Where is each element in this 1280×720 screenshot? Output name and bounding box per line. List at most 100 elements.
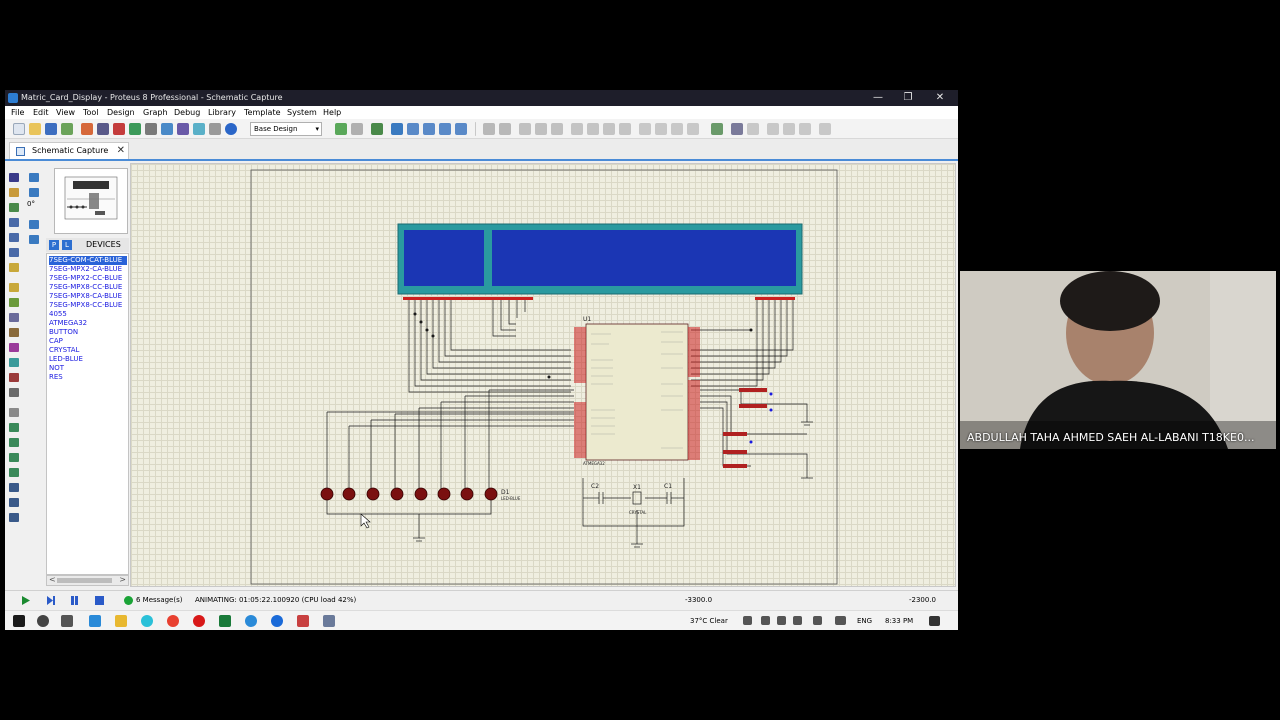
menu-debug[interactable]: Debug bbox=[174, 106, 200, 119]
tab-schematic-capture[interactable]: Schematic Capture ✕ bbox=[9, 142, 129, 159]
paste-icon[interactable] bbox=[551, 123, 563, 135]
electrical-rule-check-icon[interactable] bbox=[819, 123, 831, 135]
component-mode-icon[interactable] bbox=[9, 188, 19, 197]
refresh-icon[interactable] bbox=[335, 123, 347, 135]
play-icon[interactable] bbox=[20, 595, 31, 606]
zoom-in-icon[interactable] bbox=[407, 123, 419, 135]
generator-icon[interactable] bbox=[9, 343, 19, 352]
zoom-all-icon[interactable] bbox=[439, 123, 451, 135]
active-app-icon[interactable] bbox=[323, 615, 335, 627]
2d-arc-icon[interactable] bbox=[9, 453, 19, 462]
menu-design[interactable]: Design bbox=[107, 106, 135, 119]
block-copy-icon[interactable] bbox=[571, 123, 583, 135]
stop-icon[interactable] bbox=[94, 595, 105, 606]
pick-devices-button[interactable]: P bbox=[49, 240, 59, 250]
2d-circle-icon[interactable] bbox=[9, 438, 19, 447]
taskbar-app-icon[interactable] bbox=[89, 615, 101, 627]
device-item[interactable]: BUTTON bbox=[49, 328, 127, 337]
device-item[interactable]: 7SEG-MPX2-CA-BLUE bbox=[49, 265, 127, 274]
mirror-y-icon[interactable] bbox=[29, 235, 39, 244]
source-code-icon[interactable] bbox=[209, 123, 221, 135]
keyboard-icon[interactable] bbox=[835, 616, 846, 625]
bill-of-materials-icon[interactable] bbox=[177, 123, 189, 135]
menu-tool[interactable]: Tool bbox=[83, 106, 99, 119]
menu-template[interactable]: Template bbox=[244, 106, 281, 119]
block-move-icon[interactable] bbox=[587, 123, 599, 135]
task-view-icon[interactable] bbox=[61, 615, 73, 627]
3d-view-icon[interactable] bbox=[129, 123, 141, 135]
graph-mode-icon[interactable] bbox=[9, 313, 19, 322]
2d-markers-icon[interactable] bbox=[9, 513, 19, 522]
gerber-icon[interactable] bbox=[145, 123, 157, 135]
rotate-ccw-icon[interactable] bbox=[29, 188, 39, 197]
battery-icon[interactable] bbox=[813, 616, 822, 625]
new-file-icon[interactable] bbox=[13, 123, 25, 135]
block-rotate-icon[interactable] bbox=[603, 123, 615, 135]
sheets-app-icon[interactable] bbox=[219, 615, 231, 627]
menu-library[interactable]: Library bbox=[208, 106, 236, 119]
subcircuit-icon[interactable] bbox=[9, 263, 19, 272]
pan-icon[interactable] bbox=[391, 123, 403, 135]
make-device-icon[interactable] bbox=[655, 123, 667, 135]
device-item[interactable]: LED-BLUE bbox=[49, 355, 127, 364]
tray-chevron-icon[interactable] bbox=[743, 616, 752, 625]
copy-icon[interactable] bbox=[535, 123, 547, 135]
messages-count[interactable]: 6 Message(s) bbox=[136, 591, 182, 610]
cut-icon[interactable] bbox=[519, 123, 531, 135]
remove-sheet-icon[interactable] bbox=[783, 123, 795, 135]
voltage-probe-icon[interactable] bbox=[9, 358, 19, 367]
meeting-app-icon[interactable] bbox=[245, 615, 257, 627]
2d-line-icon[interactable] bbox=[9, 408, 19, 417]
virtual-instruments-icon[interactable] bbox=[9, 388, 19, 397]
design-explorer-icon[interactable] bbox=[161, 123, 173, 135]
help-icon[interactable] bbox=[225, 123, 237, 135]
restore-button[interactable]: ❐ bbox=[893, 90, 923, 106]
opera-browser-icon[interactable] bbox=[193, 615, 205, 627]
taskbar-clock[interactable]: 8:33 PM bbox=[885, 611, 913, 630]
device-item[interactable]: CRYSTAL bbox=[49, 346, 127, 355]
device-item[interactable]: 7SEG-MPX8-CC-BLUE bbox=[49, 301, 127, 310]
menu-help[interactable]: Help bbox=[323, 106, 341, 119]
device-item[interactable]: RES bbox=[49, 373, 127, 382]
undo-icon[interactable] bbox=[483, 123, 495, 135]
design-select[interactable]: Base Design ▾ bbox=[250, 122, 322, 136]
exit-to-parent-icon[interactable] bbox=[799, 123, 811, 135]
origin-icon[interactable] bbox=[371, 123, 383, 135]
open-folder-icon[interactable] bbox=[29, 123, 41, 135]
weather-status[interactable]: 37°C Clear bbox=[690, 611, 728, 630]
menu-view[interactable]: View bbox=[56, 106, 75, 119]
menu-file[interactable]: File bbox=[11, 106, 24, 119]
rotate-cw-icon[interactable] bbox=[29, 173, 39, 182]
pick-device-icon[interactable] bbox=[639, 123, 651, 135]
close-tab-icon[interactable]: ✕ bbox=[117, 143, 125, 159]
2d-text-icon[interactable] bbox=[9, 483, 19, 492]
menu-graph[interactable]: Graph bbox=[143, 106, 168, 119]
component-icon[interactable] bbox=[97, 123, 109, 135]
chrome-browser-icon[interactable] bbox=[167, 615, 179, 627]
import-icon[interactable] bbox=[61, 123, 73, 135]
scroll-left-icon[interactable]: < bbox=[49, 575, 56, 584]
notifications-icon[interactable] bbox=[929, 616, 940, 626]
step-icon[interactable] bbox=[45, 595, 56, 606]
tray-app-icon[interactable] bbox=[761, 616, 770, 625]
search-icon[interactable] bbox=[37, 615, 49, 627]
device-item[interactable]: ATMEGA32 bbox=[49, 319, 127, 328]
close-button[interactable]: ✕ bbox=[925, 90, 955, 106]
2d-symbol-icon[interactable] bbox=[9, 498, 19, 507]
save-icon[interactable] bbox=[45, 123, 57, 135]
search-tag-icon[interactable] bbox=[731, 123, 743, 135]
decompose-icon[interactable] bbox=[687, 123, 699, 135]
2d-box-icon[interactable] bbox=[9, 423, 19, 432]
home-icon[interactable] bbox=[81, 123, 93, 135]
device-item[interactable]: CAP bbox=[49, 337, 127, 346]
zoom-out-icon[interactable] bbox=[423, 123, 435, 135]
scroll-right-icon[interactable]: > bbox=[119, 575, 126, 584]
input-language[interactable]: ENG bbox=[857, 611, 872, 630]
redo-icon[interactable] bbox=[499, 123, 511, 135]
zoom-area-icon[interactable] bbox=[455, 123, 467, 135]
current-probe-icon[interactable] bbox=[9, 373, 19, 382]
file-explorer-icon[interactable] bbox=[115, 615, 127, 627]
junction-dot-icon[interactable] bbox=[9, 203, 19, 212]
proteus-taskbar-icon[interactable] bbox=[297, 615, 309, 627]
device-item[interactable]: 7SEG-MPX8-CA-BLUE bbox=[49, 292, 127, 301]
